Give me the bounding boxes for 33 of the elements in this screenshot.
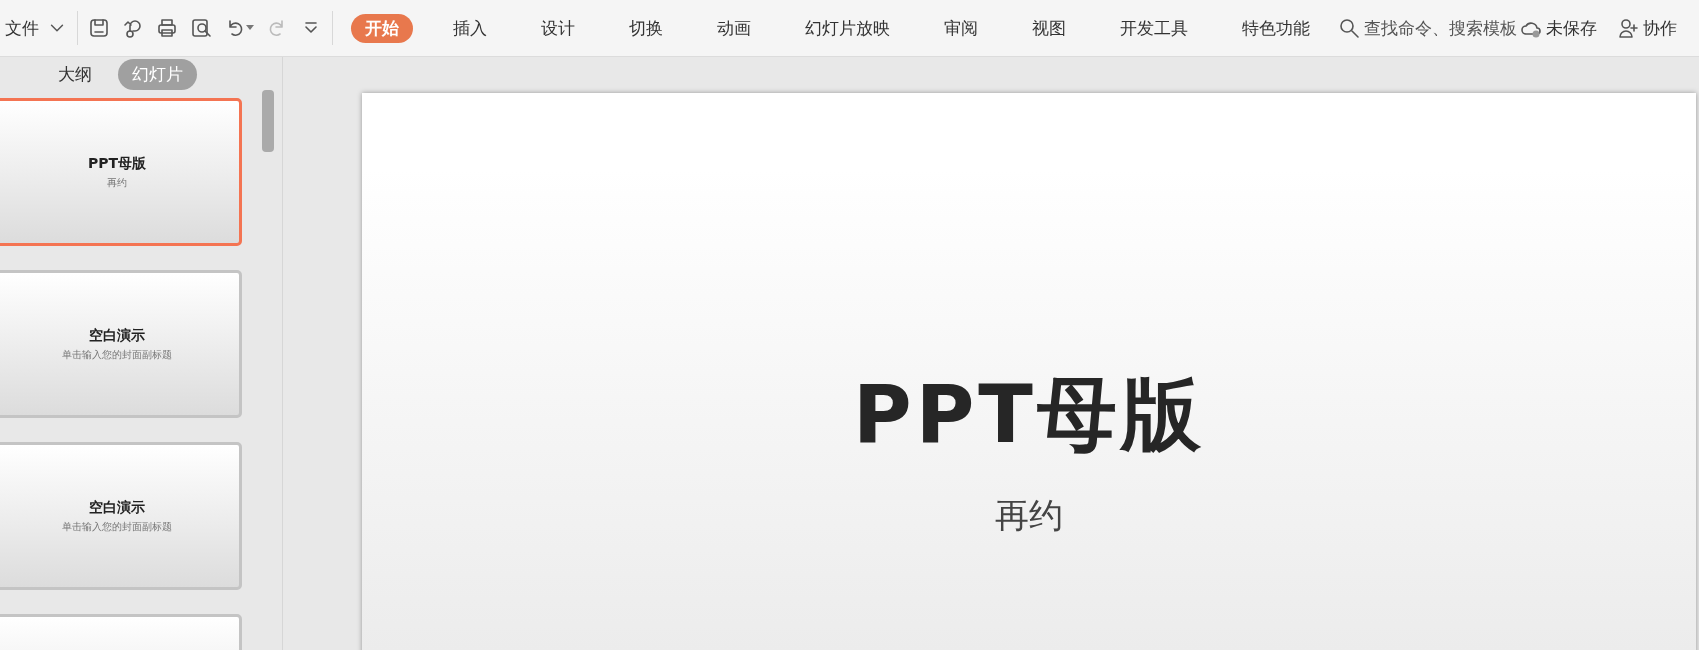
thumbnail-title: PPT母版 <box>87 154 147 173</box>
ribbon-tab[interactable]: 切换 <box>615 13 677 43</box>
slide-thumbnail[interactable]: 空白演示 单击输入您的封面副标题 <box>0 270 242 418</box>
slide-thumbnail[interactable]: PPT母版 再约 <box>0 98 242 246</box>
thumbnail-subtitle: 再约 <box>107 175 127 190</box>
panel-tab[interactable]: 大纲 <box>44 59 106 90</box>
save-status: 未保存 <box>1546 16 1597 40</box>
scrollbar-thumb[interactable] <box>262 90 274 152</box>
thumbnail-title: 空白演示 <box>89 498 145 517</box>
ribbon-tab[interactable]: 插入 <box>439 13 501 43</box>
slide-subtitle: 再约 <box>995 495 1063 535</box>
thumbnail-subtitle: 单击输入您的封面副标题 <box>62 519 172 534</box>
slide-title: PPT母版 <box>853 367 1205 463</box>
thumbnail-title: 空白演示 <box>89 326 145 345</box>
search-icon[interactable] <box>1338 17 1360 39</box>
ribbon-tab[interactable]: 设计 <box>527 13 589 43</box>
ribbon-tab[interactable]: 审阅 <box>930 13 992 43</box>
print-preview-icon[interactable] <box>190 17 212 39</box>
ribbon-tab[interactable]: 幻灯片放映 <box>791 13 904 43</box>
thumbnail-subtitle: 单击输入您的封面副标题 <box>62 347 172 362</box>
ribbon-tab[interactable]: 特色功能 <box>1228 13 1324 43</box>
file-menu[interactable]: 文件 <box>5 16 39 40</box>
ribbon-tab[interactable]: 视图 <box>1018 13 1080 43</box>
ribbon-tab[interactable]: 动画 <box>703 13 765 43</box>
save-icon[interactable] <box>88 17 110 39</box>
caret-icon[interactable] <box>246 25 254 31</box>
search-field[interactable]: 查找命令、搜索模板 <box>1364 16 1517 40</box>
print-icon[interactable] <box>156 17 178 39</box>
collaborate-button[interactable]: 协作 <box>1643 16 1677 40</box>
ribbon-tab[interactable]: 开发工具 <box>1106 13 1202 43</box>
slide-thumbnail[interactable]: 空白演示 单击输入您的封面副标题 <box>0 442 242 590</box>
add-user-icon[interactable] <box>1617 17 1639 39</box>
share-icon[interactable] <box>122 17 144 39</box>
